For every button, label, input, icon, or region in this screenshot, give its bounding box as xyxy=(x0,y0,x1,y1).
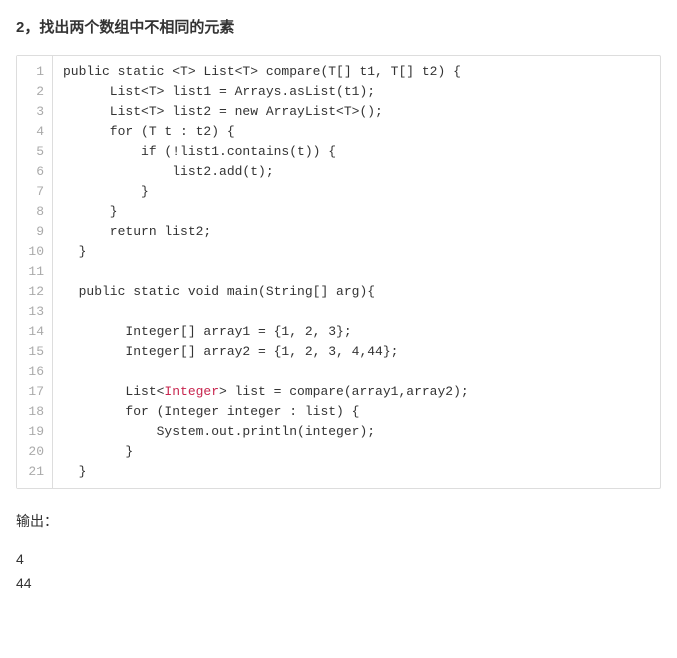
line-number: 9 xyxy=(17,222,52,242)
line-number: 15 xyxy=(17,342,52,362)
code-line: System.out.println(integer); xyxy=(63,422,660,442)
line-number: 19 xyxy=(17,422,52,442)
line-number: 7 xyxy=(17,182,52,202)
code-line: } xyxy=(63,182,660,202)
code-line: } xyxy=(63,462,660,482)
output-value: 44 xyxy=(16,575,661,591)
line-number: 16 xyxy=(17,362,52,382)
code-line: for (Integer integer : list) { xyxy=(63,402,660,422)
code-line: if (!list1.contains(t)) { xyxy=(63,142,660,162)
line-number: 6 xyxy=(17,162,52,182)
code-line xyxy=(63,262,660,282)
section-heading: 2，找出两个数组中不相同的元素 xyxy=(16,16,661,37)
code-line: } xyxy=(63,242,660,262)
code-line: Integer[] array1 = {1, 2, 3}; xyxy=(63,322,660,342)
code-line: List<Integer> list = compare(array1,arra… xyxy=(63,382,660,402)
code-content: public static <T> List<T> compare(T[] t1… xyxy=(53,56,660,488)
line-number: 10 xyxy=(17,242,52,262)
line-number: 20 xyxy=(17,442,52,462)
line-number: 5 xyxy=(17,142,52,162)
code-line xyxy=(63,362,660,382)
line-number: 17 xyxy=(17,382,52,402)
line-number: 12 xyxy=(17,282,52,302)
code-block: 123456789101112131415161718192021 public… xyxy=(16,55,661,489)
line-number: 2 xyxy=(17,82,52,102)
code-line: list2.add(t); xyxy=(63,162,660,182)
line-number: 18 xyxy=(17,402,52,422)
code-gutter: 123456789101112131415161718192021 xyxy=(17,56,53,488)
code-line: } xyxy=(63,202,660,222)
code-line: return list2; xyxy=(63,222,660,242)
code-line: } xyxy=(63,442,660,462)
line-number: 1 xyxy=(17,62,52,82)
line-number: 13 xyxy=(17,302,52,322)
line-number: 11 xyxy=(17,262,52,282)
output-value: 4 xyxy=(16,551,661,567)
code-line: List<T> list2 = new ArrayList<T>(); xyxy=(63,102,660,122)
code-line: public static void main(String[] arg){ xyxy=(63,282,660,302)
line-number: 21 xyxy=(17,462,52,482)
code-line: List<T> list1 = Arrays.asList(t1); xyxy=(63,82,660,102)
line-number: 8 xyxy=(17,202,52,222)
output-label: 输出： xyxy=(16,511,661,531)
line-number: 4 xyxy=(17,122,52,142)
code-line xyxy=(63,302,660,322)
line-number: 3 xyxy=(17,102,52,122)
line-number: 14 xyxy=(17,322,52,342)
code-line: for (T t : t2) { xyxy=(63,122,660,142)
code-line: public static <T> List<T> compare(T[] t1… xyxy=(63,62,660,82)
code-line: Integer[] array2 = {1, 2, 3, 4,44}; xyxy=(63,342,660,362)
